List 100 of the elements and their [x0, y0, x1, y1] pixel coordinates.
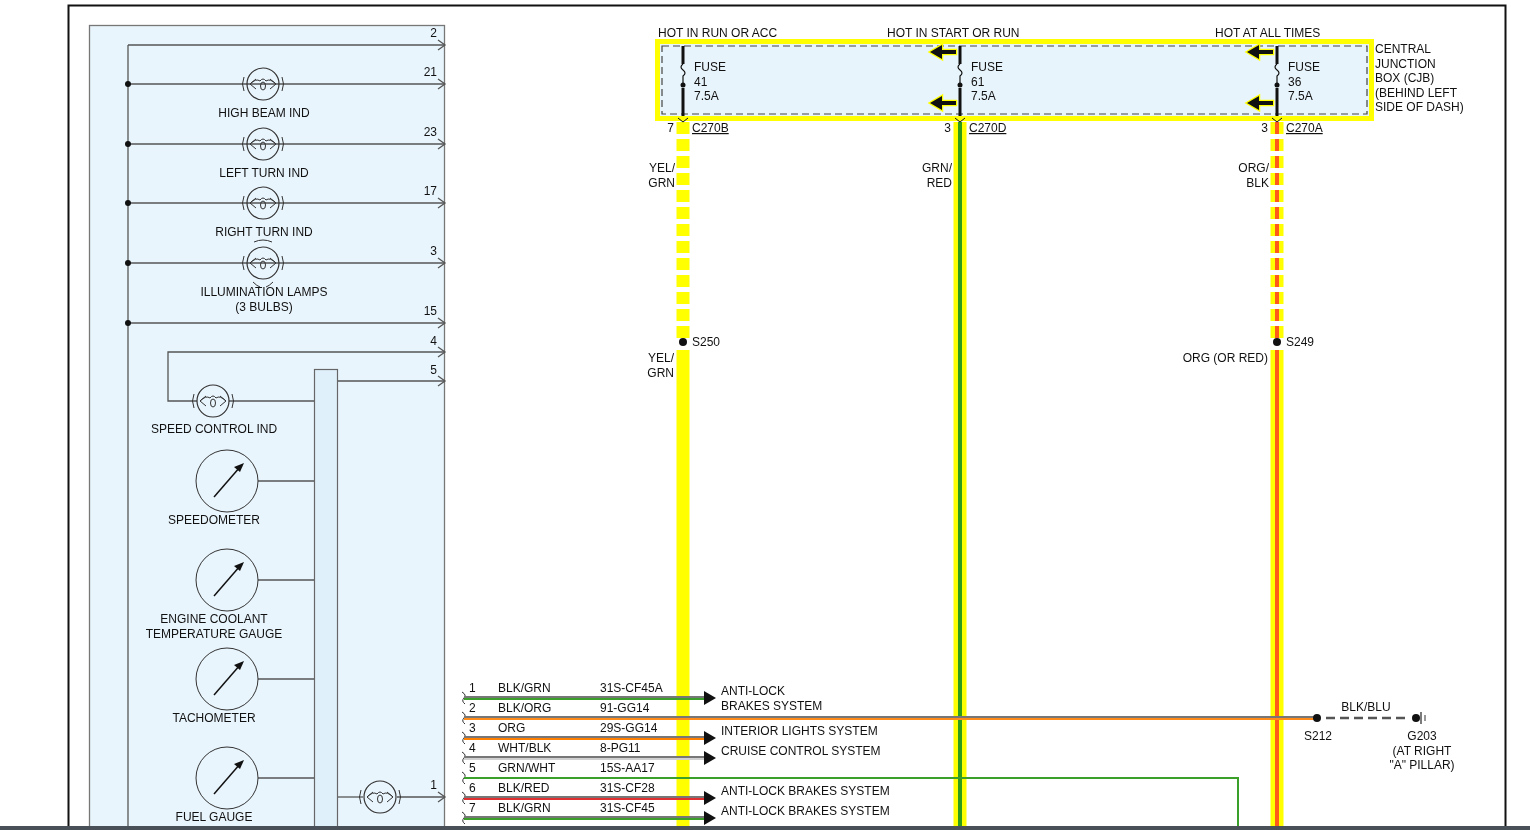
wire [257, 777, 315, 779]
splice-dot [1313, 714, 1321, 722]
connector-pin-icon [461, 731, 466, 745]
gauge-icon [195, 449, 259, 513]
wire-color-label: ORG/ BLK [1238, 161, 1269, 190]
bulb-icon [192, 384, 234, 418]
indicator-label: HIGH BEAM IND [218, 106, 310, 120]
supply-label: HOT AT ALL TIMES [1215, 26, 1321, 40]
wire-color-label: BLK/GRN [498, 681, 551, 695]
indicator-label: RIGHT TURN IND [215, 225, 313, 239]
ground-label: G203 (AT RIGHT "A" PILLAR) [1389, 729, 1455, 772]
circuit-label: 31S-CF45 [600, 801, 655, 815]
pin-number: 7 [469, 801, 476, 815]
pin-number: 1 [430, 778, 437, 792]
circuit-label: 29S-GG14 [600, 721, 658, 735]
destination-label: CRUISE CONTROL SYSTEM [721, 744, 881, 758]
pin-number: 3 [1261, 121, 1268, 135]
junction-box-label: CENTRAL JUNCTION BOX (CJB) (BEHIND LEFT SIDE OF DASH) [1375, 42, 1464, 114]
pin-number: 15 [423, 304, 437, 318]
pin-number: 3 [469, 721, 476, 735]
ground-icon [1412, 711, 1426, 725]
wire-color-label: YEL/ GRN [647, 351, 674, 380]
pin-number: 21 [423, 65, 437, 79]
bulb-icon [242, 239, 284, 288]
splice-dot [125, 141, 131, 147]
splice-label: S212 [1304, 729, 1332, 743]
destination-label: ANTI-LOCK BRAKES SYSTEM [721, 784, 890, 798]
wire-color-label: BLK/RED [498, 781, 550, 795]
gauge-icon [195, 548, 259, 612]
pin-number: 1 [469, 681, 476, 695]
fuse-label: FUSE 36 7.5A [1288, 60, 1320, 103]
splice-label: S250 [692, 335, 721, 349]
gauge-icon [195, 647, 259, 711]
pin-number: 5 [469, 761, 476, 775]
wire [337, 796, 364, 798]
wire [257, 480, 315, 482]
pin-number: 3 [430, 244, 437, 258]
wire-color-label: BLK/BLU [1341, 700, 1391, 714]
supply-label: HOT IN RUN OR ACC [658, 26, 778, 40]
wire-color-label: GRN/ RED [922, 161, 952, 190]
gauge-icon [195, 746, 259, 810]
connector-link[interactable]: C270B [692, 121, 729, 135]
destination-label: INTERIOR LIGHTS SYSTEM [721, 724, 878, 738]
fuse-icon [954, 46, 966, 123]
wire-color-label: YEL/ GRN [648, 161, 675, 190]
connector-pin-icon [461, 811, 466, 825]
circuit-label: 91-GG14 [600, 701, 650, 715]
connector-link[interactable]: C270D [969, 121, 1007, 135]
connector-pin-icon [461, 691, 466, 705]
pin-number: 6 [469, 781, 476, 795]
circuit-label: 31S-CF28 [600, 781, 655, 795]
splice-dot [125, 260, 131, 266]
wire-color-label: GRN/WHT [498, 761, 556, 775]
wire-color-label: WHT/BLK [498, 741, 552, 755]
splice-dot [125, 81, 131, 87]
fuse-icon [1271, 46, 1283, 123]
connector-link[interactable]: C270A [1286, 121, 1323, 135]
pin-number: 2 [469, 701, 476, 715]
destination-label: ANTI-LOCK BRAKES SYSTEM [721, 684, 823, 713]
wire-color-label: ORG [498, 721, 526, 735]
wire [257, 579, 315, 581]
wire [257, 678, 315, 680]
bulb-icon [242, 186, 284, 220]
splice-dot [679, 338, 687, 346]
wire-color-label: BLK/GRN [498, 801, 551, 815]
splice-label: S249 [1286, 335, 1315, 349]
pin-number: 7 [667, 121, 674, 135]
circuit-label: 8-PG11 [600, 741, 641, 755]
pin-number: 4 [469, 741, 476, 755]
wire-color-label: BLK/ORG [498, 701, 552, 715]
gauge-label: FUEL GAUGE [175, 810, 253, 824]
pin-number: 23 [423, 125, 437, 139]
pin-number: 2 [430, 26, 437, 40]
indicator-label: LEFT TURN IND [219, 166, 309, 180]
connector-pin-icon [461, 711, 466, 725]
gauge-label: SPEEDOMETER [168, 513, 260, 527]
wire-color-label: ORG (OR RED) [1182, 351, 1268, 365]
circuit-label: 15S-AA17 [600, 761, 655, 775]
fuse-label: FUSE 61 7.5A [971, 60, 1003, 103]
wire [396, 791, 447, 803]
indicator-label: SPEED CONTROL IND [150, 422, 278, 436]
bulb-icon [242, 67, 284, 101]
bulb-icon [359, 780, 401, 814]
pin-number: 3 [944, 121, 951, 135]
splice-dot [125, 200, 131, 206]
indicator-label: ILLUMINATION LAMPS (3 BULBS) [200, 285, 328, 314]
fuse-label: FUSE 41 7.5A [694, 60, 726, 103]
connector-pin-icon [461, 751, 466, 765]
splice-dot [125, 320, 131, 326]
gauge-label: TACHOMETER [172, 711, 256, 725]
bulb-icon [242, 127, 284, 161]
pin-number: 17 [423, 184, 437, 198]
destination-label: ANTI-LOCK BRAKES SYSTEM [721, 804, 890, 818]
pin-number: 4 [430, 334, 437, 348]
circuit-label: 31S-CF45A [600, 681, 663, 695]
splice-dot [1273, 338, 1281, 346]
gauge-label: ENGINE COOLANT TEMPERATURE GAUGE [145, 612, 283, 641]
pin-number: 5 [430, 363, 437, 377]
supply-label: HOT IN START OR RUN [887, 26, 1020, 40]
connector-pin-icon [461, 791, 466, 805]
